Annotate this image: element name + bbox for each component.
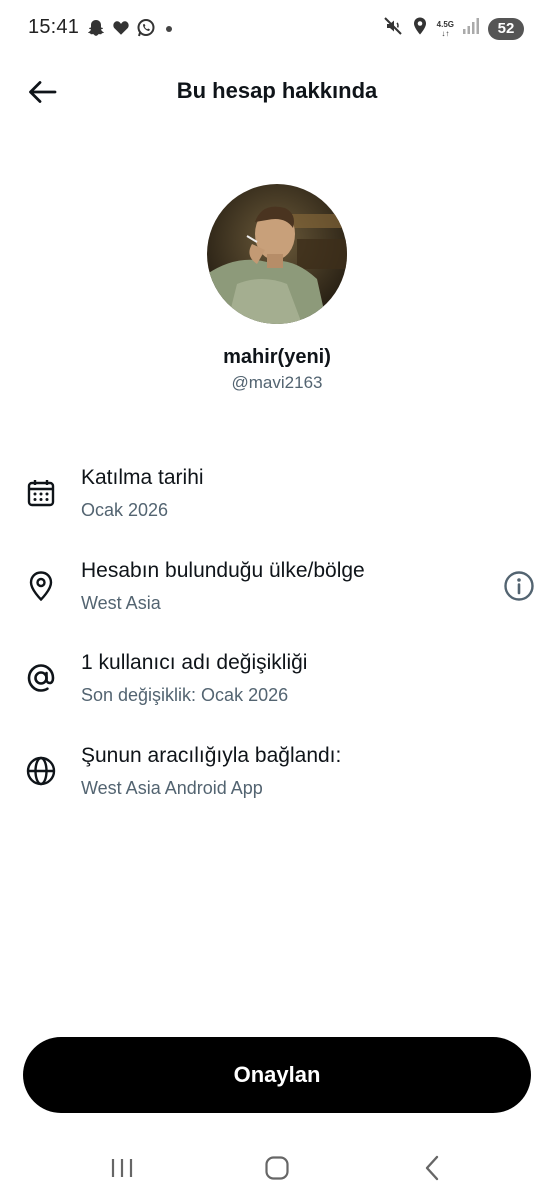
- status-bar: 15:41 4.5G ↓↑ 52: [0, 0, 554, 60]
- whatsapp-icon: [136, 18, 156, 38]
- home-icon: [264, 1155, 290, 1186]
- snapchat-icon: [86, 18, 106, 38]
- heart-icon: [112, 19, 130, 37]
- username-changes-row: 1 kullanıcı adı değişikliği Son değişikl…: [0, 651, 554, 721]
- account-location-row: Hesabın bulunduğu ülke/bölge West Asia: [0, 559, 554, 629]
- globe-icon: [22, 752, 60, 790]
- notification-icons: [86, 18, 176, 38]
- username-handle: @mavi2163: [231, 373, 323, 392]
- row-title: 1 kullanıcı adı değişikliği: [81, 651, 308, 674]
- row-title: Şunun aracılığıyla bağlandı:: [81, 744, 342, 767]
- row-title: Hesabın bulunduğu ülke/bölge: [81, 559, 365, 582]
- back-icon: [422, 1155, 442, 1186]
- row-subtitle: Son değişiklik: Ocak 2026: [81, 685, 289, 705]
- nav-back-button[interactable]: [412, 1150, 452, 1190]
- row-subtitle: West Asia: [81, 593, 161, 613]
- location-pin-icon: [22, 567, 60, 605]
- system-status-icons: 4.5G ↓↑ 52: [383, 16, 524, 41]
- page-title: Bu hesap hakkında: [176, 78, 378, 103]
- join-date-row: Katılma tarihi Ocak 2026: [0, 466, 554, 536]
- signal-icon: [462, 17, 480, 40]
- calendar-icon: [22, 474, 60, 512]
- connected-via-row: Şunun aracılığıyla bağlandı: West Asia A…: [0, 744, 554, 814]
- row-subtitle: Ocak 2026: [81, 500, 169, 520]
- display-name: mahir(yeni): [223, 346, 331, 368]
- avatar[interactable]: [207, 184, 347, 324]
- recent-apps-icon: [109, 1156, 135, 1185]
- confirm-button[interactable]: Onaylan: [23, 1037, 531, 1113]
- dot-icon: [162, 21, 176, 35]
- info-button[interactable]: [502, 570, 536, 607]
- header: Bu hesap hakkında: [0, 62, 554, 122]
- row-subtitle: West Asia Android App: [81, 778, 263, 798]
- recent-apps-button[interactable]: [102, 1150, 142, 1190]
- info-icon: [503, 570, 535, 607]
- status-time: 15:41: [28, 16, 80, 38]
- mute-icon: [383, 16, 403, 41]
- system-nav-bar: [0, 1140, 554, 1200]
- home-button[interactable]: [257, 1150, 297, 1190]
- row-title: Katılma tarihi: [81, 466, 204, 489]
- location-status-icon: [411, 16, 429, 41]
- at-sign-icon: [22, 659, 60, 697]
- battery-indicator: 52: [488, 17, 524, 40]
- network-type-label: 4.5G ↓↑: [436, 19, 454, 38]
